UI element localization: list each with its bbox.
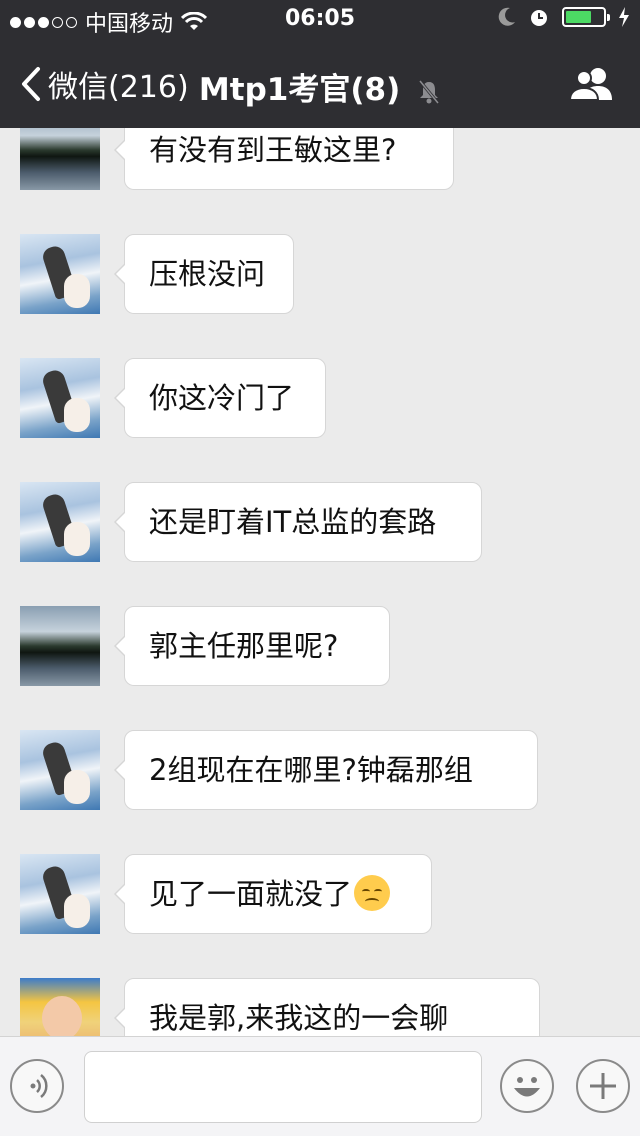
charging-bolt-icon [619, 7, 629, 27]
chat-title: Mtp1考官(8) [0, 64, 640, 109]
group-members-button[interactable] [568, 66, 616, 106]
avatar[interactable] [20, 358, 100, 438]
emoji-icon [514, 1077, 540, 1097]
message-bubble[interactable]: 还是盯着IT总监的套路 [114, 482, 482, 562]
message-bubble[interactable]: 有没有到王敏这里? [114, 128, 454, 190]
pensive-face-emoji [354, 875, 391, 911]
battery-icon [562, 7, 610, 27]
message-row: 我是郭,来我这的一会聊 [20, 978, 620, 1036]
input-bar [0, 1036, 640, 1136]
voice-icon [30, 1074, 48, 1098]
avatar[interactable] [20, 606, 100, 686]
emoji-button[interactable] [500, 1059, 554, 1113]
message-input[interactable] [84, 1051, 482, 1123]
message-bubble[interactable]: 2组现在在哪里?钟磊那组 [114, 730, 538, 810]
message-row: 见了一面就没了 [20, 854, 620, 934]
message-text: 见了一面就没了 [149, 877, 353, 911]
alarm-icon [531, 10, 547, 26]
status-right [498, 6, 630, 28]
message-bubble[interactable]: 见了一面就没了 [114, 854, 432, 934]
avatar[interactable] [20, 128, 100, 190]
avatar[interactable] [20, 482, 100, 562]
avatar[interactable] [20, 978, 100, 1036]
message-row: 压根没问 [20, 234, 620, 314]
message-bubble[interactable]: 压根没问 [114, 234, 294, 314]
avatar[interactable] [20, 234, 100, 314]
avatar[interactable] [20, 854, 100, 934]
message-row: 还是盯着IT总监的套路 [20, 482, 620, 562]
message-bubble[interactable]: 郭主任那里呢? [114, 606, 390, 686]
mute-bell-icon [418, 79, 440, 104]
message-bubble[interactable]: 我是郭,来我这的一会聊 [114, 978, 540, 1036]
message-row: 有没有到王敏这里? [20, 128, 620, 190]
voice-button[interactable] [10, 1059, 64, 1113]
moon-icon [498, 7, 515, 26]
avatar[interactable] [20, 730, 100, 810]
message-row: 2组现在在哪里?钟磊那组 [20, 730, 620, 810]
add-button[interactable] [576, 1059, 630, 1113]
message-row: 你这冷门了 [20, 358, 620, 438]
group-members-icon [568, 68, 612, 101]
message-row: 郭主任那里呢? [20, 606, 620, 686]
message-bubble[interactable]: 你这冷门了 [114, 358, 326, 438]
message-list[interactable]: 有没有到王敏这里? 压根没问 你这冷门了 还是盯着IT总监的套路 郭主任那里呢?… [0, 128, 640, 1036]
chat-title-text: Mtp1考官(8) [198, 72, 401, 108]
add-icon [590, 1073, 616, 1099]
status-bar: 中国移动 06:05 [0, 0, 640, 40]
nav-bar: 微信(216) Mtp1考官(8) [0, 40, 640, 128]
